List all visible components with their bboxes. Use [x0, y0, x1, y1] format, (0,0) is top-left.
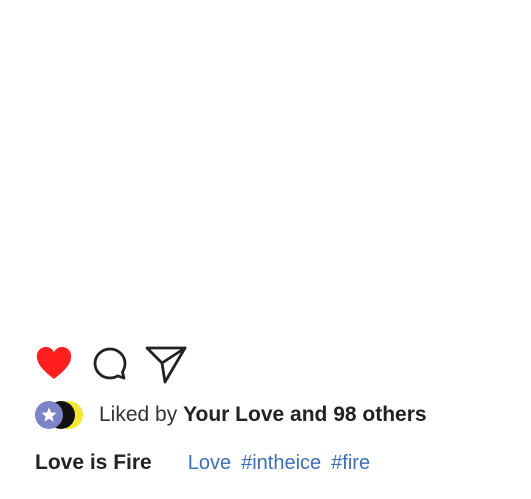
tag-link[interactable]: Love [188, 452, 231, 475]
liked-by-label: Liked by [99, 403, 178, 426]
like-button[interactable] [34, 344, 74, 384]
tag-link[interactable]: #intheice [241, 452, 321, 475]
liker-avatars[interactable] [35, 399, 85, 431]
post-card: Liked by Your Love and 98 others Love is… [0, 0, 531, 499]
heart-icon [36, 347, 72, 379]
likes-summary: Liked by Your Love and 98 others [35, 398, 427, 432]
tag-link[interactable]: #fire [331, 452, 370, 475]
post-action-bar [34, 343, 188, 385]
paper-plane-icon [145, 346, 187, 384]
comment-button[interactable] [90, 344, 130, 384]
avatar [35, 401, 63, 429]
likes-count-link[interactable]: Your Love and 98 others [183, 403, 427, 426]
post-media-area [0, 0, 531, 330]
likes-text: Liked by Your Love and 98 others [99, 403, 427, 427]
comment-bubble-icon [93, 347, 127, 380]
caption-title: Love is Fire [35, 451, 152, 474]
share-button[interactable] [144, 342, 188, 386]
star-icon [41, 407, 57, 422]
post-caption: Love is Fire Love #intheice #fire [35, 447, 380, 479]
caption-tags: Love #intheice #fire [188, 452, 380, 475]
